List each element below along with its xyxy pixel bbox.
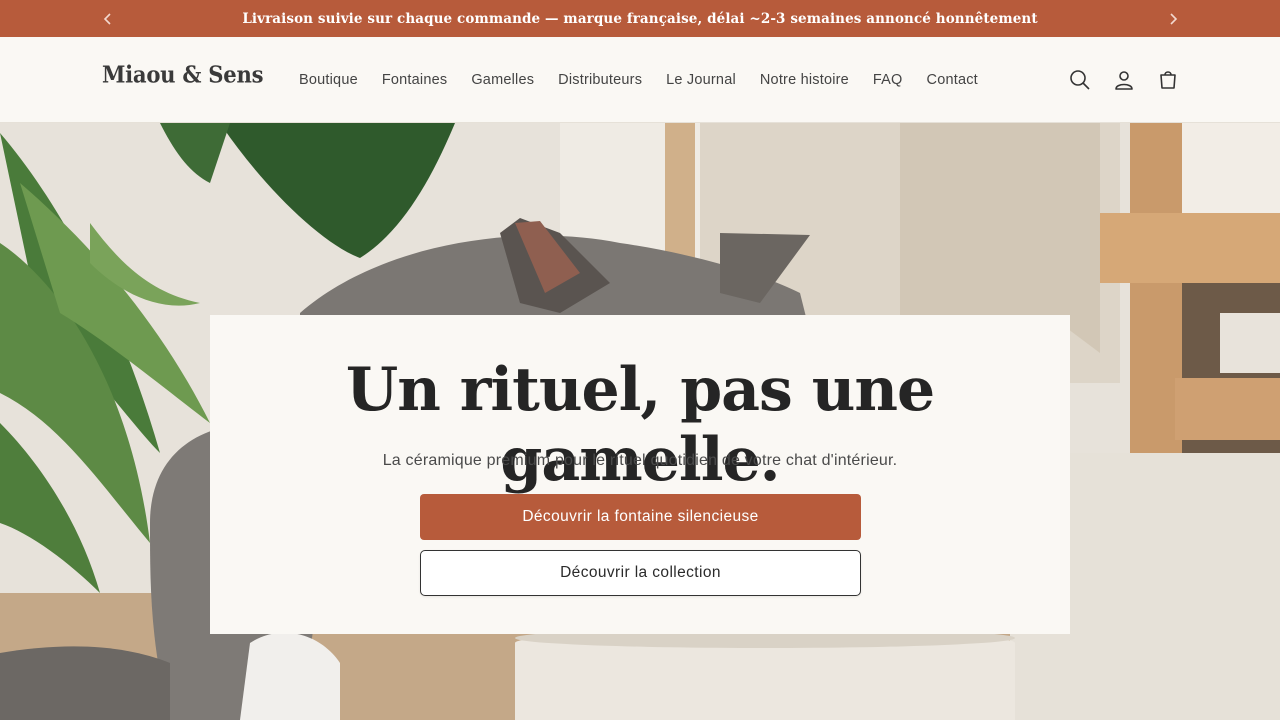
announcement-prev-button[interactable] bbox=[93, 0, 123, 37]
announcement-next-button[interactable] bbox=[1158, 0, 1188, 37]
account-button[interactable] bbox=[1112, 68, 1136, 92]
announcement-bar: Livraison suivie sur chaque commande — m… bbox=[0, 0, 1280, 37]
discover-fountain-button[interactable]: Découvrir la fontaine silencieuse bbox=[420, 494, 861, 540]
discover-collection-button[interactable]: Découvrir la collection bbox=[420, 550, 861, 596]
nav-item-notre-histoire[interactable]: Notre histoire bbox=[760, 72, 849, 88]
search-icon bbox=[1070, 70, 1090, 90]
cart-icon bbox=[1160, 71, 1176, 89]
hero-subtitle: La céramique premium pour le rituel quot… bbox=[382, 452, 898, 469]
hero-card: Un rituel, pas une gamelle. La céramique… bbox=[210, 315, 1070, 634]
nav-item-boutique[interactable]: Boutique bbox=[299, 72, 358, 88]
nav-item-fontaines[interactable]: Fontaines bbox=[382, 72, 447, 88]
chevron-right-icon bbox=[1170, 12, 1178, 25]
hero-title: Un rituel, pas une gamelle. bbox=[345, 355, 935, 495]
nav-item-journal[interactable]: Le Journal bbox=[666, 72, 736, 88]
chevron-left-icon bbox=[103, 12, 111, 25]
hero-section: Un rituel, pas une gamelle. La céramique… bbox=[0, 123, 1280, 720]
header-icons bbox=[1068, 37, 1180, 123]
main-nav: Boutique Fontaines Gamelles Distributeur… bbox=[299, 37, 1002, 123]
nav-item-distributeurs[interactable]: Distributeurs bbox=[558, 72, 642, 88]
announcement-text: Livraison suivie sur chaque commande — m… bbox=[242, 10, 1038, 27]
nav-item-contact[interactable]: Contact bbox=[927, 72, 978, 88]
search-button[interactable] bbox=[1068, 68, 1092, 92]
nav-item-gamelles[interactable]: Gamelles bbox=[471, 72, 534, 88]
cart-button[interactable] bbox=[1156, 68, 1180, 92]
site-header: Miaou & Sens Boutique Fontaines Gamelles… bbox=[0, 37, 1280, 123]
account-icon bbox=[1115, 71, 1133, 90]
site-logo[interactable]: Miaou & Sens bbox=[102, 62, 264, 89]
nav-item-faq[interactable]: FAQ bbox=[873, 72, 903, 88]
